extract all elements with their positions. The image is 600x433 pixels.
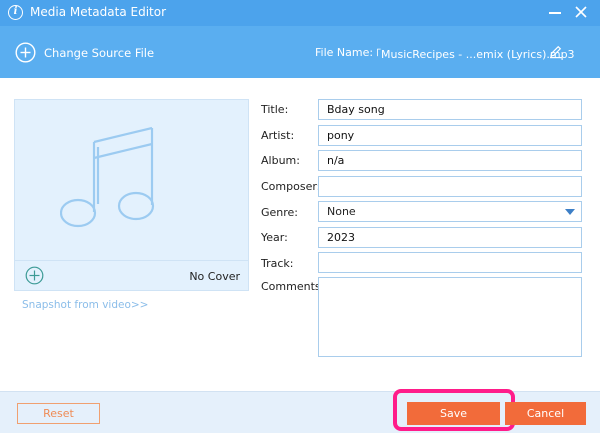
album-input[interactable] bbox=[318, 150, 582, 171]
file-name-value: 「MusicRecipes - ...emix (Lyrics).mp3 bbox=[370, 48, 575, 61]
snapshot-from-video-link[interactable]: Snapshot from video>> bbox=[22, 299, 148, 311]
no-cover-label: No Cover bbox=[189, 270, 240, 283]
chevron-down-icon[interactable] bbox=[565, 209, 575, 215]
composer-label: Composer: bbox=[261, 180, 321, 193]
artist-input[interactable] bbox=[318, 125, 582, 146]
title-label: Title: bbox=[261, 103, 289, 116]
title-input[interactable] bbox=[318, 99, 582, 120]
artist-label: Artist: bbox=[261, 129, 295, 142]
close-icon[interactable] bbox=[573, 4, 589, 20]
genre-selected-value: None bbox=[327, 205, 356, 218]
pencil-edit-icon[interactable] bbox=[548, 44, 563, 59]
toolbar: Change Source File File Name: 「MusicReci… bbox=[0, 26, 600, 78]
cover-art-panel: No Cover bbox=[14, 99, 249, 291]
change-source-file-button[interactable]: Change Source File bbox=[44, 46, 154, 60]
cover-divider bbox=[15, 260, 248, 261]
add-cover-icon[interactable] bbox=[25, 266, 44, 285]
comments-textarea[interactable] bbox=[318, 277, 582, 357]
track-label: Track: bbox=[261, 257, 294, 270]
window-title: Media Metadata Editor bbox=[30, 5, 167, 19]
genre-label: Genre: bbox=[261, 206, 299, 219]
genre-select[interactable]: None bbox=[318, 201, 582, 222]
title-bar: i Media Metadata Editor bbox=[0, 0, 600, 26]
track-input[interactable] bbox=[318, 252, 582, 273]
reset-button[interactable]: Reset bbox=[17, 403, 100, 424]
info-icon: i bbox=[8, 5, 23, 20]
year-label: Year: bbox=[261, 231, 288, 244]
comments-label: Comments: bbox=[261, 280, 325, 293]
composer-input[interactable] bbox=[318, 176, 582, 197]
year-input[interactable] bbox=[318, 227, 582, 248]
save-button[interactable]: Save bbox=[407, 402, 500, 425]
dialog-footer: Reset Save Cancel bbox=[0, 389, 600, 433]
file-name-label: File Name: bbox=[315, 46, 374, 59]
cancel-button[interactable]: Cancel bbox=[505, 402, 586, 425]
album-label: Album: bbox=[261, 154, 300, 167]
music-note-icon bbox=[60, 126, 155, 228]
add-circle-icon[interactable] bbox=[15, 42, 36, 63]
minimize-icon[interactable] bbox=[549, 12, 561, 14]
